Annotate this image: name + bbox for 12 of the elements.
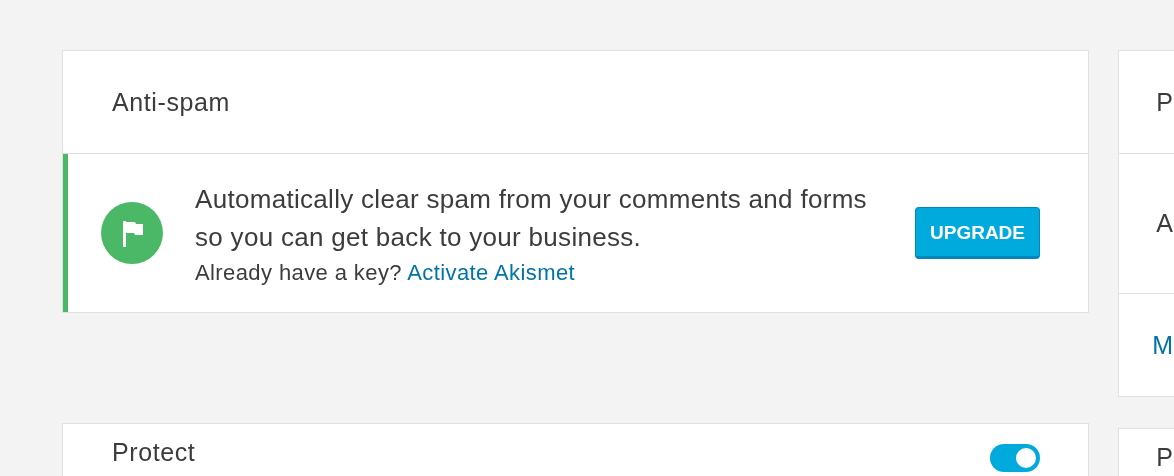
upgrade-button[interactable]: UPGRADE	[915, 207, 1040, 259]
description-text: A	[1156, 209, 1173, 238]
link[interactable]: M	[1152, 330, 1173, 360]
notice-message: Automatically clear spam from your comments and forms so you can get back to your business.	[195, 183, 868, 254]
card-title: Anti-spam	[112, 87, 230, 117]
activate-link[interactable]: Activate Akismet	[407, 260, 576, 285]
card-title: P	[1156, 443, 1173, 472]
flag-icon	[101, 202, 163, 264]
key-prompt: Already have a key?	[195, 260, 402, 285]
card-title: Protect	[112, 438, 196, 467]
toggle-switch[interactable]	[990, 444, 1040, 472]
card-title: P	[1156, 87, 1173, 117]
